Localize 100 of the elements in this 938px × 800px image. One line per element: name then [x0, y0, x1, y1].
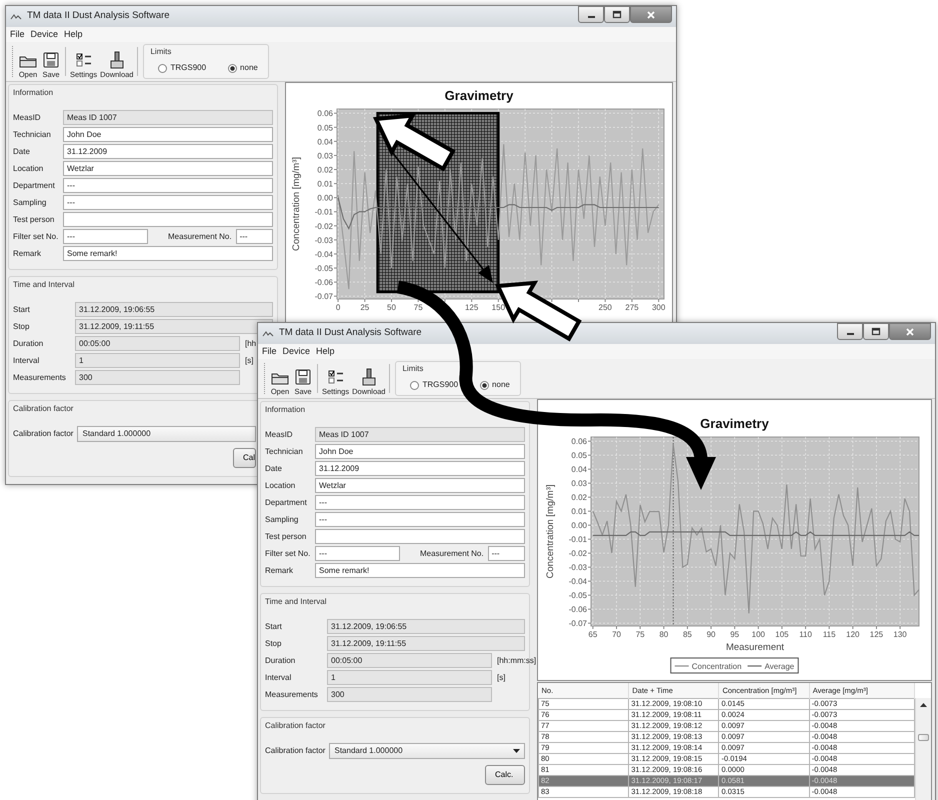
tick-label: -0.06	[568, 605, 587, 614]
maximize-button[interactable]	[863, 323, 889, 340]
tick-label: 125	[464, 303, 478, 312]
text-field[interactable]: ---	[315, 512, 525, 527]
radio-dot[interactable]	[228, 64, 238, 72]
dropdown[interactable]: Standard 1.000000	[329, 742, 525, 758]
maximize-button[interactable]	[604, 6, 630, 23]
text-field[interactable]: 1	[75, 353, 240, 368]
checklist-icon	[326, 368, 346, 386]
tick-label: -0.06	[314, 278, 333, 288]
menu-item[interactable]: Device	[30, 28, 58, 42]
text-field[interactable]: ---	[63, 229, 148, 244]
field-label: Measurements	[265, 688, 319, 700]
radio-option[interactable]: TRGS900	[410, 379, 458, 391]
unit-label: [s]	[497, 672, 506, 684]
tick-label: -0.07	[568, 619, 587, 628]
radio-option[interactable]: TRGS900	[158, 62, 206, 74]
text-field[interactable]: 31.12.2009, 19:11:55	[75, 319, 273, 334]
text-field[interactable]: Meas ID 1007	[315, 427, 525, 442]
tick-label: 0.01	[571, 507, 587, 516]
app-icon	[10, 12, 22, 20]
tick-label: 0.01	[317, 180, 333, 189]
tick-label: 65	[588, 630, 598, 639]
tick-label: 275	[625, 303, 639, 312]
text-field[interactable]: 31.12.2009, 19:06:55	[75, 302, 273, 317]
field-label: Measurement No.	[168, 230, 232, 242]
axis-label: Concentration [mg/m³]	[291, 157, 302, 251]
text-field[interactable]: 31.12.2009, 19:11:55	[327, 636, 525, 651]
text-field[interactable]: John Doe	[315, 444, 525, 459]
text-field[interactable]	[63, 212, 273, 227]
text-field[interactable]: ---	[315, 546, 400, 561]
field-label: Test person	[13, 214, 56, 226]
radio-option[interactable]: none	[480, 379, 510, 391]
field-label: Stop	[265, 638, 282, 650]
tick-label: -0.04	[314, 250, 333, 259]
text-field[interactable]: Wetzlar	[63, 161, 273, 176]
tick-label: 0.00	[571, 521, 587, 530]
text-field[interactable]: Meas ID 1007	[63, 110, 273, 125]
text-field[interactable]: Some remark!	[63, 246, 273, 261]
group-title: Limits	[402, 363, 424, 374]
minimize-button[interactable]	[578, 6, 604, 23]
tick-label: 0.02	[317, 166, 333, 175]
tick-label: 75	[636, 630, 645, 639]
caret-icon	[513, 748, 520, 752]
field-label: Start	[265, 620, 283, 632]
dropdown[interactable]: Standard 1.000000	[77, 426, 256, 442]
menu-item[interactable]: Help	[316, 344, 335, 358]
field-label: Sampling	[265, 514, 300, 526]
field-label: MeasID	[13, 112, 42, 124]
minimize-icon	[588, 16, 594, 18]
menu-item[interactable]: File	[10, 28, 25, 42]
text-field[interactable]	[315, 529, 525, 544]
text-field[interactable]: 300	[75, 370, 240, 385]
unit-label: [hh	[245, 338, 256, 350]
text-field[interactable]: ---	[63, 178, 273, 193]
tick-label: -0.02	[314, 222, 333, 231]
save-icon	[41, 50, 61, 68]
radio-dot[interactable]	[410, 380, 420, 390]
menu-item[interactable]: Help	[64, 28, 83, 42]
text-field[interactable]: ---	[488, 546, 525, 561]
text-field[interactable]: ---	[315, 495, 525, 510]
chart-title: Gravimetry	[444, 88, 514, 103]
tick-label: -0.05	[314, 264, 333, 274]
text-field[interactable]: 31.12.2009	[63, 144, 273, 159]
text-field[interactable]: 300	[327, 687, 492, 702]
text-field[interactable]: 31.12.2009	[315, 461, 525, 476]
tick-label: 0.04	[571, 465, 587, 474]
text-field[interactable]: Wetzlar	[315, 478, 525, 493]
text-field[interactable]: 00:05:00	[75, 336, 240, 351]
tick-label: 120	[846, 630, 860, 639]
tick-label: 0.02	[571, 493, 587, 502]
radio-option[interactable]: none	[228, 62, 258, 74]
menu-item[interactable]: File	[262, 344, 277, 358]
tick-label: 80	[659, 630, 668, 639]
text-field[interactable]: 1	[327, 670, 492, 685]
text-field[interactable]: John Doe	[63, 127, 273, 142]
scrollbar-thumb[interactable]	[918, 734, 929, 741]
radio-dot[interactable]	[480, 380, 490, 390]
field-label: Duration	[13, 338, 44, 350]
scrollbar[interactable]	[915, 698, 931, 800]
menu-item[interactable]: Device	[282, 344, 310, 358]
unit-label: [hh:mm:ss]	[497, 654, 536, 666]
close-button[interactable]	[889, 323, 931, 340]
field-label: Date	[13, 146, 31, 158]
text-field[interactable]: 31.12.2009, 19:06:55	[327, 619, 525, 634]
field-label: Measurement No.	[420, 548, 484, 560]
text-field[interactable]: ---	[63, 195, 273, 210]
tick-label: 0.03	[317, 151, 333, 160]
tick-label: 150	[492, 303, 506, 312]
calc-button[interactable]: Calc.	[485, 765, 525, 785]
close-button[interactable]	[630, 6, 672, 23]
group-title: Time and Interval	[265, 596, 327, 607]
text-field[interactable]: ---	[236, 229, 273, 244]
calc-button[interactable]: Cal	[233, 448, 256, 468]
text-field[interactable]: Some remark!	[315, 563, 525, 578]
field-label: Location	[13, 162, 44, 174]
text-field[interactable]: 00:05:00	[327, 653, 492, 668]
radio-dot[interactable]	[158, 64, 168, 72]
close-icon	[905, 326, 915, 336]
minimize-button[interactable]	[837, 323, 863, 340]
